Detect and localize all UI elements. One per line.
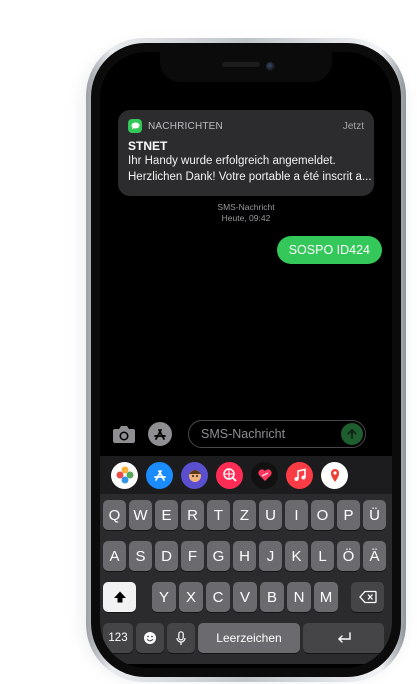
music-app-button[interactable] [286,461,313,489]
notification-app-name: NACHRICHTEN [148,120,223,132]
key-b[interactable]: B [260,582,284,612]
notification-header: NACHRICHTEN Jetzt [128,118,364,134]
key-v[interactable]: V [233,582,257,612]
key-s[interactable]: S [129,541,152,571]
web-search-app-button[interactable] [216,461,243,489]
key-d[interactable]: D [155,541,178,571]
message-timestamp: Heute, 09:42 [221,213,271,223]
key-z[interactable]: Z [233,500,256,530]
key-y[interactable]: Y [152,582,176,612]
notification-time: Jetzt [342,120,364,132]
keyboard: QWERTZUIOPÜ ASDFGHJKLÖÄ YXCVBNM 123 Leer… [100,494,392,664]
key-row-3: YXCVBNM [100,582,392,612]
key-p[interactable]: P [337,500,360,530]
letter-keys-row-3: YXCVBNM [100,582,392,612]
arrow-up-icon [347,428,357,439]
key-row-4: 123 Leerzeichen [100,623,392,653]
key-g[interactable]: G [207,541,230,571]
space-key[interactable]: Leerzeichen [198,623,300,653]
maps-app-button[interactable] [321,461,348,489]
delete-key[interactable] [351,582,384,612]
key-l[interactable]: L [311,541,334,571]
send-button[interactable] [341,423,363,445]
key-x[interactable]: X [179,582,203,612]
key-row-1: QWERTZUIOPÜ [100,500,392,530]
message-input[interactable] [188,420,366,448]
return-arrow-icon [337,632,351,643]
message-input-bar [100,419,392,449]
key-a[interactable]: A [103,541,126,571]
speaker-grille [222,62,260,67]
key-e[interactable]: E [155,500,178,530]
front-camera-icon [266,62,275,71]
key-i[interactable]: I [285,500,308,530]
microphone-icon [176,630,186,645]
dictation-key[interactable] [167,623,195,653]
key-w[interactable]: W [129,500,152,530]
backspace-icon [358,590,377,604]
camera-icon[interactable] [112,424,136,444]
emoji-key[interactable] [136,623,164,653]
imessage-app-strip [100,456,392,494]
key-row-2: ASDFGHJKLÖÄ [100,541,392,571]
key-q[interactable]: Q [103,500,126,530]
key-j[interactable]: J [259,541,282,571]
notification-title: STNET [128,139,168,153]
notification-body-line-2: Herzlichen Dank! Votre portable a été in… [128,171,372,183]
app-store-button[interactable] [148,422,172,446]
messages-app-icon [128,119,142,133]
phone-bezel: NACHRICHTEN Jetzt STNET Ihr Handy wurde … [91,43,401,677]
key-n[interactable]: N [287,582,311,612]
outgoing-message-bubble[interactable]: SOSPO ID424 [276,236,382,264]
maps-icon [330,469,339,482]
phone-frame: NACHRICHTEN Jetzt STNET Ihr Handy wurde … [86,38,406,682]
app-store-icon [153,470,166,481]
digital-touch-app-button[interactable] [251,461,278,489]
notification-body-line-1: Ihr Handy wurde erfolgreich angemeldet. [128,155,336,167]
photos-app-button[interactable] [111,461,138,489]
notch [160,52,332,82]
key-f[interactable]: F [181,541,204,571]
key-ü[interactable]: Ü [363,500,386,530]
notification-banner[interactable]: NACHRICHTEN Jetzt STNET Ihr Handy wurde … [118,110,374,196]
key-ö[interactable]: Ö [337,541,360,571]
memoji-app-button[interactable] [181,461,208,489]
key-t[interactable]: T [207,500,230,530]
key-ä[interactable]: Ä [363,541,386,571]
key-m[interactable]: M [314,582,338,612]
key-k[interactable]: K [285,541,308,571]
key-r[interactable]: R [181,500,204,530]
numbers-key[interactable]: 123 [103,623,133,653]
return-key[interactable] [303,623,384,653]
web-search-icon [222,468,237,482]
app-store-icon [154,429,166,440]
app-store-app-button[interactable] [146,461,173,489]
key-h[interactable]: H [233,541,256,571]
key-o[interactable]: O [311,500,334,530]
digital-touch-icon [257,469,272,481]
music-icon [294,468,306,481]
memoji-icon [188,470,201,482]
key-c[interactable]: C [206,582,230,612]
phone-screen: NACHRICHTEN Jetzt STNET Ihr Handy wurde … [100,52,392,668]
key-u[interactable]: U [259,500,282,530]
message-type-label: SMS-Nachricht [217,202,275,212]
photos-icon [116,466,133,484]
emoji-icon [144,632,156,644]
